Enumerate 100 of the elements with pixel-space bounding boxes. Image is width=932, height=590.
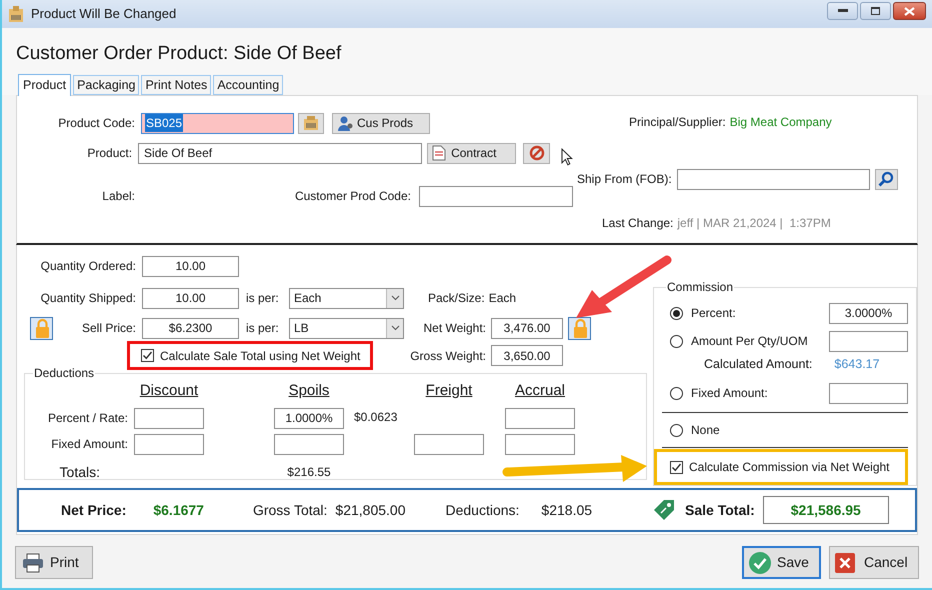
field-label: is per:: [246, 320, 280, 337]
cancel-button[interactable]: Cancel: [829, 546, 919, 579]
column-heading: Discount: [140, 381, 198, 401]
search-button[interactable]: [874, 168, 898, 190]
tab[interactable]: Packaging: [73, 75, 140, 95]
field-label: Quantity Shipped:: [40, 290, 136, 307]
field-label: Ship From (FOB):: [577, 171, 672, 188]
row-label: Fixed Amount:: [51, 436, 128, 453]
field-label: Net Price:: [61, 500, 126, 520]
total-value: $216.55: [287, 464, 331, 481]
radio-label: Fixed Amount:: [691, 385, 768, 402]
lock-button[interactable]: [30, 316, 53, 340]
input-field[interactable]: 3.0000%: [829, 302, 908, 324]
chevron-icon: [390, 325, 400, 331]
field-label: Sale Total:: [685, 500, 755, 520]
checkbox[interactable]: [670, 460, 683, 474]
prohibited-icon: [528, 145, 545, 161]
page-heading: Customer Order Product: Side Of Beef: [16, 42, 342, 66]
print-button[interactable]: Print: [15, 546, 93, 579]
field-label: Customer Prod Code:: [294, 188, 411, 205]
quantity-field[interactable]: 10.00: [142, 256, 239, 276]
radio-button[interactable]: [670, 424, 683, 436]
input-field[interactable]: [134, 434, 204, 454]
box-icon: [8, 5, 24, 23]
printer-icon: [22, 552, 44, 572]
minimize-icon: [838, 9, 848, 13]
radio-button[interactable]: [670, 386, 683, 400]
field-label: Principal/Supplier:: [629, 114, 726, 131]
tab[interactable]: Print Notes: [141, 75, 212, 95]
field-label: Label:: [101, 188, 135, 205]
supplier-name: Big Meat Company: [730, 114, 832, 131]
restore-button[interactable]: [860, 2, 891, 20]
field-label: Net Weight:: [422, 320, 486, 337]
search-icon: [878, 171, 894, 187]
group-title: Commission: [666, 279, 734, 296]
field-label: Last Change:: [602, 215, 674, 232]
field-label: Product Code:: [57, 115, 135, 132]
restore-icon: [871, 7, 880, 15]
tab[interactable]: Product: [18, 74, 72, 96]
tab[interactable]: Accounting: [213, 75, 284, 95]
field-label: Gross Total:: [252, 500, 328, 520]
checkbox-label: Calculate Commission via Net Weight: [689, 459, 890, 476]
checkmark-icon: [748, 550, 772, 574]
close-button[interactable]: [893, 2, 926, 20]
field-label: Product:: [86, 145, 132, 162]
input-field[interactable]: 1.0000%: [274, 408, 344, 428]
window-title: Product Will Be Changed: [31, 5, 176, 24]
dropdown-value: Each: [294, 290, 322, 307]
field-label: Pack/Size:: [428, 290, 485, 307]
input-field[interactable]: [505, 434, 575, 454]
input-field[interactable]: [505, 408, 575, 428]
net-price-value: $6.1677: [153, 500, 204, 520]
close-icon: [904, 6, 915, 16]
lock-button[interactable]: [568, 316, 591, 340]
radio-label: None: [691, 422, 720, 439]
ship-from-field[interactable]: [676, 168, 870, 190]
sale-total-field: $21,586.95: [762, 496, 889, 524]
dropdown-value: LB: [294, 320, 310, 337]
product-code-field[interactable]: SB025: [141, 112, 294, 134]
lookup-button[interactable]: [298, 112, 324, 134]
save-button[interactable]: Save: [742, 546, 821, 579]
cus-prods-button[interactable]: Cus Prods: [332, 112, 430, 134]
close-icon: [834, 552, 856, 574]
document-icon: [432, 145, 446, 161]
column-heading: Freight: [426, 381, 472, 401]
unit-dropdown[interactable]: LB: [289, 318, 404, 338]
input-field[interactable]: [829, 382, 908, 404]
input-field[interactable]: [274, 434, 344, 454]
calculated-amount: $643.17: [834, 356, 880, 373]
chevron-icon: [390, 295, 400, 301]
checkbox[interactable]: [141, 349, 154, 362]
person-icon: [337, 115, 353, 131]
minimize-button[interactable]: [827, 2, 858, 20]
field-label: Calculated Amount:: [704, 356, 812, 373]
contract-button[interactable]: Contract: [427, 142, 516, 164]
row-label: Percent / Rate:: [48, 410, 128, 427]
price-tag-icon: [652, 498, 676, 522]
unit-dropdown[interactable]: Each: [289, 288, 404, 308]
field-label: Sell Price:: [82, 320, 136, 337]
quantity-field[interactable]: 10.00: [142, 288, 239, 308]
product-field[interactable]: Side Of Beef: [138, 142, 422, 164]
cursor-icon: [561, 148, 573, 166]
cancel-button[interactable]: [522, 142, 550, 164]
field-label: Quantity Ordered:: [40, 258, 136, 275]
radio-button[interactable]: [670, 306, 683, 320]
column-heading: Accrual: [514, 381, 566, 401]
input-field[interactable]: [414, 434, 484, 454]
input-field[interactable]: [134, 408, 204, 428]
weight-field[interactable]: 3,476.00: [491, 318, 563, 338]
price-field[interactable]: $6.2300: [142, 318, 239, 338]
checkbox-label: Calculate Sale Total using Net Weight: [160, 348, 360, 364]
customer-prod-code-field[interactable]: [419, 186, 573, 206]
pack-size-value: Each: [488, 290, 516, 307]
selected-text: SB025: [145, 114, 184, 132]
field-label: Gross Weight:: [409, 348, 486, 364]
radio-button[interactable]: [670, 334, 683, 348]
input-field[interactable]: [829, 330, 908, 352]
weight-field[interactable]: 3,650.00: [491, 345, 563, 366]
field-label: is per:: [246, 290, 280, 307]
gross-total-value: $21,805.00: [335, 500, 406, 520]
